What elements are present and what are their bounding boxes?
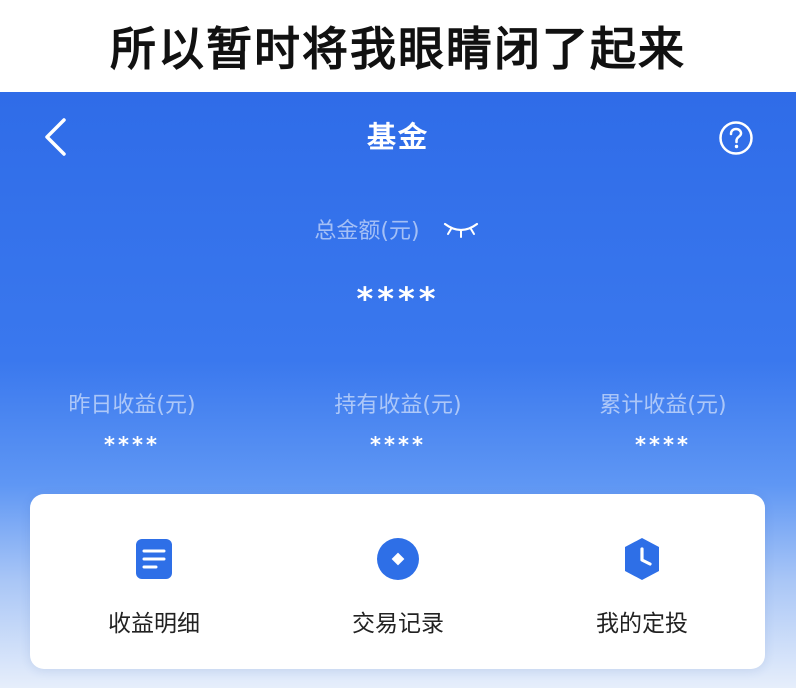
stat-value: ****	[370, 433, 426, 457]
action-label: 交易记录	[352, 611, 444, 637]
eye-closed-icon	[443, 222, 478, 238]
stat-label: 昨日收益(元)	[68, 393, 196, 418]
quick-actions-card: 收益明细 交易记录 我的定投	[30, 494, 765, 669]
total-amount-label: 总金额(元)	[314, 219, 420, 244]
stat-label: 持有收益(元)	[334, 393, 462, 418]
meme-caption: 所以暂时将我眼睛闭了起来	[0, 0, 796, 92]
stat-value: ****	[635, 433, 691, 457]
stat-value: ****	[104, 433, 160, 457]
stat-cumulative-earnings: 累计收益(元) ****	[563, 387, 763, 457]
earnings-detail-button[interactable]: 收益明细	[54, 536, 254, 646]
total-amount-row: 总金额(元)	[0, 213, 796, 245]
stat-holding-earnings: 持有收益(元) ****	[298, 387, 498, 457]
page-title: 基金	[366, 120, 429, 154]
document-icon	[136, 539, 172, 579]
clock-shield-icon	[625, 538, 659, 580]
my-auto-invest-button[interactable]: 我的定投	[542, 536, 742, 646]
record-icon	[377, 538, 419, 580]
help-icon	[719, 121, 753, 155]
fund-screen: 基金 总金额(元) **** 昨日收益(元) **** 持有收益(元) ****…	[0, 92, 796, 688]
nav-bar: 基金	[0, 92, 796, 182]
caption-text: 所以暂时将我眼睛闭了起来	[110, 22, 686, 76]
stat-yesterday-earnings: 昨日收益(元) ****	[32, 387, 232, 457]
action-label: 我的定投	[596, 611, 688, 637]
transaction-records-button[interactable]: 交易记录	[298, 536, 498, 646]
total-amount-value: ****	[356, 280, 440, 318]
action-label: 收益明细	[108, 611, 200, 637]
earnings-stats: 昨日收益(元) **** 持有收益(元) **** 累计收益(元) ****	[0, 387, 796, 467]
stat-label: 累计收益(元)	[599, 393, 727, 418]
toggle-visibility-button[interactable]	[442, 217, 482, 241]
help-button[interactable]	[714, 116, 758, 160]
